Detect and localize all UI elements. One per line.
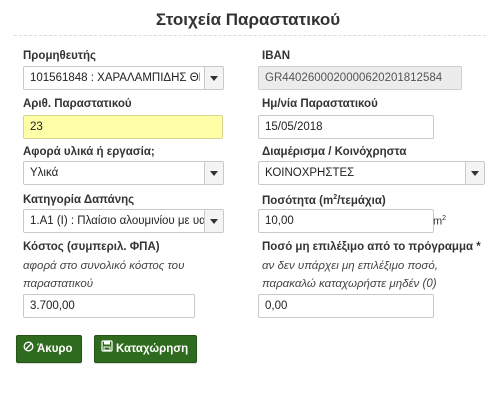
category-label: Κατηγορία Δαπάνης xyxy=(23,194,135,206)
supplier-label: Προμηθευτής xyxy=(23,50,97,62)
iban-field: GR4402600020000620201812584 xyxy=(258,66,462,90)
doc-date-input[interactable]: 15/05/2018 xyxy=(258,115,434,139)
category-selected-value: 1.Α1 (Ι) : Πλαίσιο αλουμινίου με υαλ xyxy=(30,215,206,227)
cancel-button-label: Άκυρο xyxy=(37,343,73,356)
cost-input[interactable]: 3.700,00 xyxy=(23,294,195,318)
chevron-down-icon[interactable] xyxy=(204,210,223,232)
quantity-unit-sup: 2 xyxy=(442,215,447,222)
concerns-selected-value: Υλικά xyxy=(30,167,59,179)
iban-label: IBAN xyxy=(262,50,291,62)
supplier-selected-value: 101561848 : ΧΑΡΑΛΑΜΠΙΔΗΣ ΘΕΟΦ xyxy=(30,72,200,84)
ineligible-note: αν δεν υπάρχει μη επιλέξιμο ποσό, παρακα… xyxy=(262,260,438,290)
doc-number-label: Αριθ. Παραστατικού xyxy=(23,98,132,110)
quantity-unit-text: m xyxy=(433,215,443,228)
doc-date-label: Ημ/νία Παραστατικού xyxy=(262,98,378,110)
cost-note: αφορά στο συνολικό κόστος του παραστατικ… xyxy=(23,260,185,290)
concerns-label: Αφορά υλικά ή εργασία; xyxy=(23,146,155,158)
cost-label: Κόστος (συμπεριλ. ΦΠΑ) xyxy=(23,241,160,253)
save-icon xyxy=(101,336,113,362)
page-title: Στοιχεία Παραστατικού xyxy=(155,10,341,29)
quantity-label-suffix: /τεμάχια) xyxy=(337,194,386,207)
chevron-down-icon[interactable] xyxy=(465,162,484,184)
quantity-unit: m2 xyxy=(433,215,446,228)
chevron-down-icon[interactable] xyxy=(204,67,223,89)
ineligible-input[interactable]: 0,00 xyxy=(258,294,434,318)
submit-button-label: Καταχώρηση xyxy=(116,343,189,356)
apartment-select[interactable]: ΚΟΙΝΟΧΡΗΣΤΕΣ xyxy=(258,161,485,185)
supplier-select[interactable]: 101561848 : ΧΑΡΑΛΑΜΠΙΔΗΣ ΘΕΟΦ xyxy=(23,66,224,90)
apartment-selected-value: ΚΟΙΝΟΧΡΗΣΤΕΣ xyxy=(265,167,355,179)
submit-button[interactable]: Καταχώρηση xyxy=(94,335,198,363)
cancel-button[interactable]: Άκυρο xyxy=(16,335,82,363)
ban-icon xyxy=(23,336,34,362)
title-divider xyxy=(14,35,486,36)
quantity-label-prefix: Ποσότητα (m xyxy=(262,194,334,207)
concerns-select[interactable]: Υλικά xyxy=(23,161,224,185)
category-select[interactable]: 1.Α1 (Ι) : Πλαίσιο αλουμινίου με υαλ xyxy=(23,209,224,233)
doc-number-input[interactable]: 23 xyxy=(23,115,223,139)
chevron-down-icon[interactable] xyxy=(204,162,223,184)
apartment-label: Διαμέρισμα / Κοινόχρηστα xyxy=(262,146,407,158)
quantity-label: Ποσότητα (m2/τεμάχια) xyxy=(262,194,386,207)
ineligible-label: Ποσό μη επιλέξιμο από το πρόγραμμα * xyxy=(262,241,481,253)
quantity-input[interactable]: 10,00 xyxy=(258,209,434,233)
